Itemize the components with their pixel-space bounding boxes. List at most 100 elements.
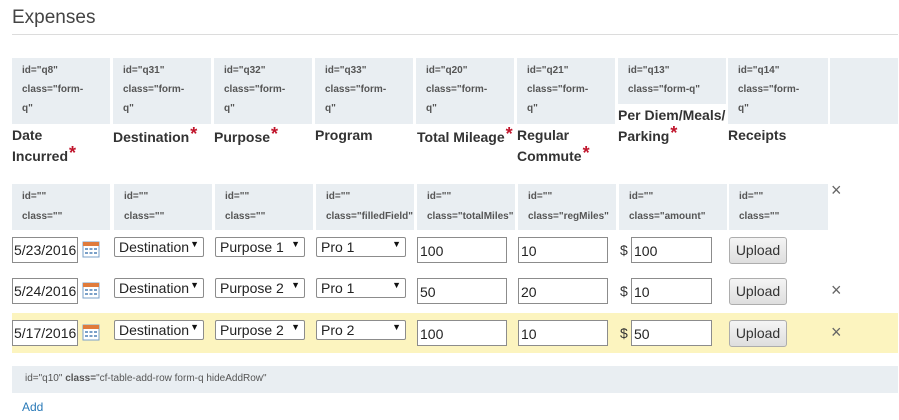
- dropdown-arrow-icon: ▼: [190, 280, 199, 290]
- field-meta-class: class="": [225, 211, 266, 222]
- dropdown-arrow-icon: ▼: [190, 322, 199, 332]
- header-label: Commute: [517, 148, 582, 164]
- calendar-icon[interactable]: [82, 323, 100, 341]
- header-total-mileage: Total Mileage*: [417, 125, 513, 148]
- purpose-value: Purpose 1: [220, 239, 284, 255]
- field-meta-class: class="amount": [629, 211, 706, 222]
- total-mileage-input[interactable]: 100: [417, 320, 507, 346]
- field-meta-id: id="": [326, 191, 351, 202]
- question-meta-class: class="form-: [426, 84, 488, 95]
- header-per-diem: Per Diem/Meals/ Parking*: [618, 105, 725, 147]
- total-mileage-input[interactable]: 50: [417, 278, 507, 304]
- program-select[interactable]: Pro 1 ▼: [316, 237, 406, 257]
- add-row-meta-class-key: class=: [65, 373, 97, 384]
- regular-commute-input[interactable]: 10: [518, 320, 608, 346]
- question-meta-class: class="form-: [224, 84, 286, 95]
- destination-select[interactable]: Destination ▼: [114, 278, 204, 298]
- question-meta-class-cont: q": [22, 103, 33, 114]
- regular-commute-input[interactable]: 20: [518, 278, 608, 304]
- amount-input[interactable]: 10: [631, 278, 712, 304]
- field-meta-amount: id="" class="amount": [619, 184, 727, 230]
- total-mileage-input[interactable]: 100: [417, 237, 507, 263]
- field-meta-id: id="": [427, 191, 452, 202]
- purpose-select[interactable]: Purpose 2 ▼: [215, 278, 305, 298]
- field-meta-class: class="filledField": [326, 211, 414, 222]
- required-asterisk: *: [582, 143, 590, 163]
- question-meta-total-mileage: id="q20" class="form- q": [416, 58, 514, 124]
- program-value: Pro 2: [321, 322, 355, 338]
- add-row-meta: id="q10" class="cf-table-add-row form-q …: [12, 366, 898, 393]
- purpose-value: Purpose 2: [220, 322, 284, 338]
- field-meta-id: id="": [739, 191, 764, 202]
- question-meta-class: class="form-: [325, 84, 387, 95]
- dropdown-arrow-icon: ▼: [392, 239, 401, 249]
- header-label: Destination: [113, 129, 190, 145]
- header-label: Incurred: [12, 148, 69, 164]
- program-value: Pro 1: [321, 239, 355, 255]
- header-date-incurred: Date Incurred*: [12, 125, 76, 167]
- currency-symbol: $: [620, 283, 628, 299]
- destination-select[interactable]: Destination ▼: [114, 237, 204, 257]
- add-row-meta-class-value: "cf-table-add-row form-q hideAddRow": [96, 373, 267, 384]
- regular-commute-input[interactable]: 10: [518, 237, 608, 263]
- dropdown-arrow-icon: ▼: [291, 322, 300, 332]
- dropdown-arrow-icon: ▼: [291, 280, 300, 290]
- question-meta-destination: id="q31" class="form- q": [113, 58, 211, 124]
- header-receipts: Receipts: [728, 125, 786, 146]
- header-label: Per Diem/Meals/: [618, 107, 726, 123]
- field-meta-receipts: id="" class="": [729, 184, 828, 230]
- program-select[interactable]: Pro 2 ▼: [316, 320, 406, 340]
- field-meta-id: id="": [225, 191, 250, 202]
- upload-button[interactable]: Upload: [729, 237, 787, 264]
- calendar-icon[interactable]: [82, 240, 100, 258]
- field-meta-destination: id="" class="": [114, 184, 212, 230]
- required-asterisk: *: [670, 123, 678, 143]
- upload-button[interactable]: Upload: [729, 278, 787, 305]
- field-meta-regular-commute: id="" class="regMiles": [518, 184, 616, 230]
- dropdown-arrow-icon: ▼: [392, 280, 401, 290]
- program-select[interactable]: Pro 1 ▼: [316, 278, 406, 298]
- question-meta-class: class="form-q": [628, 84, 701, 95]
- question-meta-class-cont: q": [527, 103, 538, 114]
- currency-symbol: $: [620, 242, 628, 258]
- destination-value: Destination: [119, 322, 190, 338]
- question-meta-id: id="q8": [22, 65, 58, 76]
- header-program: Program: [315, 125, 373, 146]
- remove-row-button[interactable]: ×: [831, 281, 842, 299]
- field-meta-id: id="": [22, 191, 47, 202]
- header-label: Parking: [618, 128, 670, 144]
- field-meta-class: class="": [124, 211, 165, 222]
- header-purpose: Purpose*: [214, 124, 279, 148]
- required-asterisk: *: [190, 124, 198, 144]
- field-meta-class: class="": [739, 211, 780, 222]
- dropdown-arrow-icon: ▼: [291, 239, 300, 249]
- question-meta-class-cont: q": [426, 103, 437, 114]
- amount-input[interactable]: 50: [631, 320, 712, 346]
- page-title: Expenses: [12, 7, 96, 28]
- destination-select[interactable]: Destination ▼: [114, 320, 204, 340]
- header-label: Program: [315, 127, 373, 143]
- field-meta-id: id="": [528, 191, 553, 202]
- question-meta-id: id="q31": [123, 65, 165, 76]
- question-meta-purpose: id="q32" class="form- q": [214, 58, 312, 124]
- remove-row-header-button[interactable]: ×: [831, 181, 842, 199]
- date-input[interactable]: 5/23/2016: [12, 237, 78, 263]
- add-row-link[interactable]: Add: [22, 400, 43, 414]
- purpose-select[interactable]: Purpose 2 ▼: [215, 320, 305, 340]
- question-meta-id: id="q14": [738, 65, 780, 76]
- remove-row-button[interactable]: ×: [831, 323, 842, 341]
- date-input[interactable]: 5/17/2016: [12, 320, 78, 346]
- date-input[interactable]: 5/24/2016: [12, 278, 78, 304]
- field-meta-class: class="totalMiles": [427, 211, 514, 222]
- upload-button[interactable]: Upload: [729, 320, 787, 347]
- field-meta-class: class="regMiles": [528, 211, 609, 222]
- question-meta-spacer: [830, 58, 898, 124]
- purpose-select[interactable]: Purpose 1 ▼: [215, 237, 305, 257]
- question-meta-id: id="q21": [527, 65, 569, 76]
- program-value: Pro 1: [321, 280, 355, 296]
- calendar-icon[interactable]: [82, 281, 100, 299]
- amount-input[interactable]: 100: [631, 237, 712, 263]
- required-asterisk: *: [69, 143, 77, 163]
- field-meta-program: id="" class="filledField": [316, 184, 414, 230]
- required-asterisk: *: [271, 124, 279, 144]
